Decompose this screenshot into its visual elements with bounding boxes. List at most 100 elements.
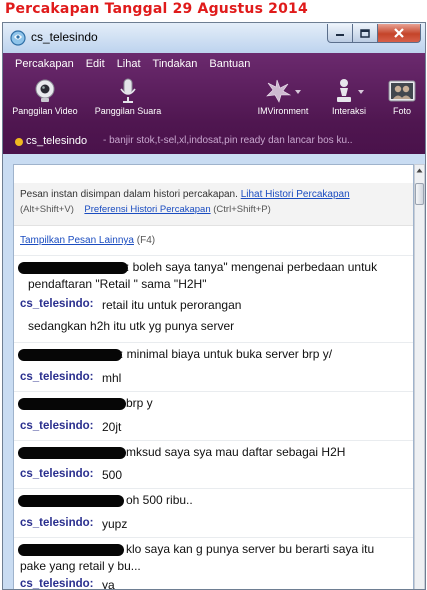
message-sender: cs_telesindo: xyxy=(20,371,94,383)
interaksi-button[interactable]: Interaksi xyxy=(327,78,371,116)
foto-label: Foto xyxy=(392,106,411,116)
message-divider xyxy=(14,537,413,538)
photo-icon xyxy=(388,80,416,102)
redacted-sender xyxy=(18,349,122,361)
message-sender: cs_telesindo: xyxy=(20,468,94,480)
message-text-continued: sedangkan h2h itu utk yg punya server xyxy=(28,319,235,333)
message-row: : boleh saya tanya" mengenai perbedaan u… xyxy=(14,259,413,295)
maximize-button[interactable] xyxy=(353,24,378,43)
messenger-icon xyxy=(10,30,26,46)
message-divider xyxy=(14,488,413,489)
show-more-link[interactable]: Tampilkan Pesan Lainnya xyxy=(20,235,134,246)
menu-lihat[interactable]: Lihat xyxy=(111,58,147,70)
contact-name[interactable]: cs_telesindo xyxy=(26,135,87,147)
page-heading: Percakapan Tanggal 29 Agustus 2014 xyxy=(5,1,308,17)
message-row: mksud saya sya mau daftar sebagai H2H xyxy=(14,444,413,462)
message-text: yupz xyxy=(102,517,128,531)
history-preferences-link[interactable]: Preferensi Histori Percakapan xyxy=(84,204,210,215)
message-text: : boleh saya tanya" mengenai perbedaan u… xyxy=(126,260,378,274)
close-icon xyxy=(394,28,404,38)
microphone-icon xyxy=(120,78,136,103)
close-button[interactable] xyxy=(378,24,421,43)
message-row: cs_telesindo: ya xyxy=(14,578,413,590)
message-divider xyxy=(14,342,413,343)
message-sender: cs_telesindo: xyxy=(20,578,94,590)
voice-call-button[interactable]: Panggilan Suara xyxy=(91,78,165,116)
message-text: mksud saya sya mau daftar sebagai H2H xyxy=(126,445,346,459)
conversation-pane: Pesan instan disimpan dalam histori perc… xyxy=(13,164,414,590)
menu-percakapan[interactable]: Percakapan xyxy=(3,58,80,70)
history-notice: Pesan instan disimpan dalam histori perc… xyxy=(14,183,413,226)
redacted-sender xyxy=(18,447,126,459)
messenger-toolbar: Percakapan Edit Lihat Tindakan Bantuan P… xyxy=(3,53,425,154)
imvironment-icon xyxy=(266,79,301,103)
imvironment-button[interactable]: IMVironment xyxy=(251,78,315,116)
history-notice-text: Pesan instan disimpan dalam histori perc… xyxy=(20,189,238,200)
menu-bantuan[interactable]: Bantuan xyxy=(203,58,256,70)
interaksi-label: Interaksi xyxy=(331,106,366,116)
message-row: brp y xyxy=(14,395,413,413)
minimize-icon xyxy=(336,34,344,36)
redacted-sender xyxy=(18,544,124,556)
show-more-shortcut: (F4) xyxy=(136,235,156,246)
online-status-icon xyxy=(15,138,23,146)
chat-window: cs_telesindo Percakapan Edit Lihat Tinda… xyxy=(2,22,426,590)
message-divider xyxy=(14,391,413,392)
message-row: cs_telesindo: 20jt xyxy=(14,419,413,437)
message-sender: cs_telesindo: xyxy=(20,517,94,529)
imvironment-label: IMVironment xyxy=(257,106,309,116)
menu-bar: Percakapan Edit Lihat Tindakan Bantuan xyxy=(3,58,256,70)
message-text-continued: pendaftaran "Retail " sama "H2H" xyxy=(28,277,207,291)
message-text: oh 500 ribu.. xyxy=(126,493,193,507)
video-call-label: Panggilan Video xyxy=(12,106,78,116)
foto-button[interactable]: Foto xyxy=(385,78,419,116)
minimize-button[interactable] xyxy=(327,24,353,43)
vertical-scrollbar[interactable] xyxy=(414,164,425,589)
voice-call-label: Panggilan Suara xyxy=(94,106,162,116)
message-sender: cs_telesindo: xyxy=(20,420,94,432)
window-controls xyxy=(327,24,421,44)
contact-status-bar: cs_telesindo - banjir stok,t-sel,xl,indo… xyxy=(3,133,425,151)
scroll-up-arrow-icon[interactable] xyxy=(416,167,423,174)
history-notice-line-1: Pesan instan disimpan dalam histori perc… xyxy=(20,189,350,200)
message-text: : minimal biaya untuk buka server brp y/ xyxy=(120,347,333,361)
webcam-icon xyxy=(35,79,55,102)
message-text: ya xyxy=(102,578,115,590)
message-divider xyxy=(14,440,413,441)
message-row: : minimal biaya untuk buka server brp y/ xyxy=(14,346,413,364)
view-history-shortcut: (Alt+Shift+V) xyxy=(20,204,74,215)
status-text: banjir stok,t-sel,xl,indosat,pin ready d… xyxy=(109,135,353,146)
history-notice-line-2: (Alt+Shift+V) Preferensi Histori Percaka… xyxy=(20,204,271,215)
message-row: cs_telesindo: retail itu untuk peroranga… xyxy=(14,297,413,337)
chess-pawn-icon xyxy=(337,79,364,102)
title-bar[interactable]: cs_telesindo xyxy=(3,23,425,53)
message-text: mhl xyxy=(102,371,122,385)
message-row: klo saya kan g punya server bu berarti s… xyxy=(14,541,413,577)
window-title: cs_telesindo xyxy=(31,30,98,44)
maximize-icon xyxy=(360,28,370,38)
menu-tindakan[interactable]: Tindakan xyxy=(147,58,204,70)
tool-buttons: Panggilan Video Panggilan Suara IMVironm… xyxy=(3,78,425,128)
message-text: 500 xyxy=(102,468,123,482)
view-history-link[interactable]: Lihat Histori Percakapan xyxy=(241,189,350,200)
scrollbar-thumb[interactable] xyxy=(415,183,424,205)
redacted-sender xyxy=(18,495,124,507)
message-text-continued: pake yang retail y bu... xyxy=(20,559,141,573)
message-divider xyxy=(14,255,413,256)
history-preferences-shortcut: (Ctrl+Shift+P) xyxy=(213,204,271,215)
message-text: klo saya kan g punya server bu berarti s… xyxy=(126,542,375,556)
video-call-button[interactable]: Panggilan Video xyxy=(11,78,79,116)
message-text: retail itu untuk perorangan xyxy=(102,298,242,312)
message-row: oh 500 ribu.. xyxy=(14,492,413,510)
redacted-sender xyxy=(18,398,126,410)
message-text: brp y xyxy=(126,396,153,410)
message-sender: cs_telesindo: xyxy=(20,298,94,310)
show-more-messages: Tampilkan Pesan Lainnya (F4) xyxy=(20,235,155,246)
message-text: 20jt xyxy=(102,420,122,434)
toolbar-divider xyxy=(3,154,425,164)
message-row: cs_telesindo: 500 xyxy=(14,467,413,485)
contact-status-message: - banjir stok,t-sel,xl,indosat,pin ready… xyxy=(103,135,353,146)
menu-edit[interactable]: Edit xyxy=(80,58,111,70)
message-row: cs_telesindo: mhl xyxy=(14,370,413,388)
message-row: cs_telesindo: yupz xyxy=(14,516,413,534)
